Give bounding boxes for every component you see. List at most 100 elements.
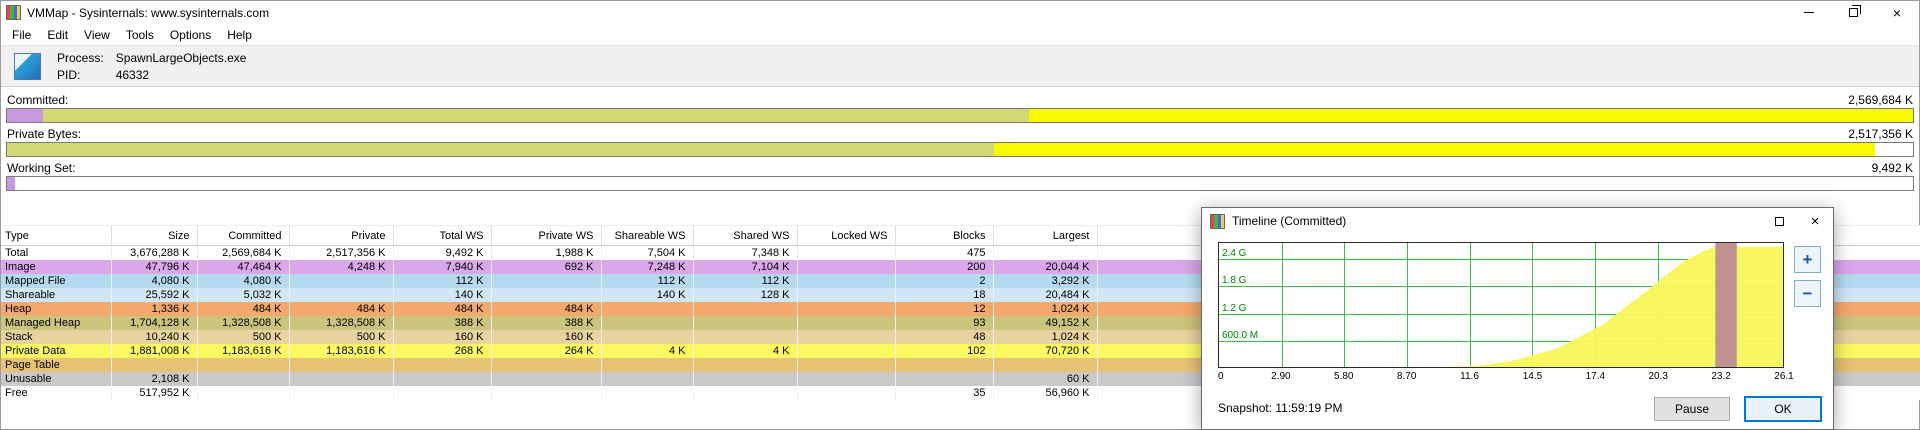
- x-axis-label: 11.6: [1460, 371, 1479, 382]
- row-value-cell: [693, 302, 798, 316]
- bar-segment: [7, 143, 995, 156]
- row-value-cell: 128 K: [693, 288, 798, 302]
- row-value-cell: 160 K: [491, 330, 602, 344]
- pid-value: 46332: [115, 67, 150, 82]
- zoom-in-button[interactable]: +: [1794, 246, 1821, 273]
- menu-item-options[interactable]: Options: [162, 26, 219, 44]
- row-value-cell: 1,024 K: [993, 302, 1098, 316]
- column-header-total-ws[interactable]: Total WS: [393, 225, 492, 246]
- x-axis-label: 2.90: [1271, 371, 1291, 382]
- bar-label-row: Working Set: 9,492 K: [6, 160, 1914, 176]
- ok-button[interactable]: OK: [1744, 396, 1822, 422]
- menu-item-edit[interactable]: Edit: [39, 26, 76, 44]
- row-value-cell: [491, 358, 602, 372]
- row-value-cell: 484 K: [393, 302, 492, 316]
- row-value-cell: 7,104 K: [693, 260, 798, 274]
- column-header-shared-ws[interactable]: Shared WS: [693, 225, 798, 246]
- row-value-cell: 1,336 K: [111, 302, 198, 316]
- column-header-committed[interactable]: Committed: [197, 225, 290, 246]
- column-header-blocks[interactable]: Blocks: [895, 225, 994, 246]
- x-axis-label: 26.1: [1774, 371, 1794, 382]
- x-axis-label: 0: [1218, 371, 1224, 382]
- row-value-cell: 2: [895, 274, 994, 288]
- row-value-cell: 7,504 K: [601, 245, 694, 260]
- column-header-private[interactable]: Private: [289, 225, 394, 246]
- timeline-position-marker: [1715, 243, 1737, 367]
- row-value-cell: 1,328,508 K: [289, 316, 394, 330]
- bar-segment: [7, 177, 15, 190]
- row-value-cell: [289, 358, 394, 372]
- row-value-cell: 517,952 K: [111, 386, 198, 400]
- row-value-cell: 140 K: [601, 288, 694, 302]
- row-value-cell: 4 K: [601, 344, 694, 358]
- pause-button[interactable]: Pause: [1654, 397, 1730, 421]
- row-value-cell: 3,676,288 K: [111, 245, 198, 260]
- row-value-cell: 60 K: [993, 372, 1098, 386]
- row-value-cell: 4 K: [693, 344, 798, 358]
- column-header-private-ws[interactable]: Private WS: [491, 225, 602, 246]
- row-type-cell: Managed Heap: [1, 316, 112, 330]
- process-label: Process:: [57, 50, 104, 65]
- row-value-cell: 140 K: [393, 288, 492, 302]
- process-icon: [14, 52, 41, 80]
- bars-area: Committed: 2,569,684 K Private Bytes: 2,517…: [1, 87, 1919, 191]
- bar-segment: [7, 109, 44, 122]
- timeline-plot: 2.4 G 1.8 G 1.2 G 600.0 M: [1218, 242, 1784, 368]
- menu-item-help[interactable]: Help: [219, 26, 260, 44]
- row-value-cell: 47,464 K: [197, 260, 290, 274]
- bar-value: 9,492 K: [1871, 161, 1913, 175]
- row-type-cell: Private Data: [1, 344, 112, 358]
- x-axis-label: 20.3: [1648, 371, 1668, 382]
- restore-button[interactable]: [1831, 1, 1875, 24]
- row-value-cell: [693, 316, 798, 330]
- row-value-cell: [289, 288, 394, 302]
- minimize-button[interactable]: [1787, 1, 1831, 24]
- row-value-cell: 1,881,008 K: [111, 344, 198, 358]
- menu-item-file[interactable]: File: [4, 26, 39, 44]
- row-value-cell: 112 K: [693, 274, 798, 288]
- row-value-cell: 388 K: [393, 316, 492, 330]
- column-header-largest[interactable]: Largest: [993, 225, 1098, 246]
- row-type-cell: Shareable: [1, 288, 112, 302]
- row-value-cell: [601, 358, 694, 372]
- close-button[interactable]: ×: [1875, 1, 1919, 24]
- row-value-cell: 35: [895, 386, 994, 400]
- row-value-cell: [797, 372, 896, 386]
- row-value-cell: [197, 372, 290, 386]
- bar-value: 2,517,356 K: [1848, 127, 1913, 141]
- menu-item-view[interactable]: View: [76, 26, 118, 44]
- column-header-shareable-ws[interactable]: Shareable WS: [601, 225, 694, 246]
- row-value-cell: 7,248 K: [601, 260, 694, 274]
- column-header-locked-ws[interactable]: Locked WS: [797, 225, 896, 246]
- row-value-cell: 47,796 K: [111, 260, 198, 274]
- row-value-cell: 102: [895, 344, 994, 358]
- window-controls: ×: [1787, 1, 1919, 24]
- row-value-cell: [601, 372, 694, 386]
- row-value-cell: 268 K: [393, 344, 492, 358]
- row-value-cell: [895, 372, 994, 386]
- row-value-cell: [289, 274, 394, 288]
- zoom-out-button[interactable]: −: [1794, 280, 1821, 307]
- timeline-close-button[interactable]: ×: [1797, 208, 1833, 234]
- row-value-cell: 484 K: [197, 302, 290, 316]
- row-value-cell: 484 K: [289, 302, 394, 316]
- row-value-cell: [797, 288, 896, 302]
- row-value-cell: 7,348 K: [693, 245, 798, 260]
- bar-segment: [43, 109, 1029, 122]
- row-value-cell: [693, 358, 798, 372]
- bar-value: 2,569,684 K: [1848, 93, 1913, 107]
- row-value-cell: [491, 372, 602, 386]
- bar-label: Private Bytes:: [7, 127, 82, 141]
- memory-bar-block: Private Bytes: 2,517,356 K: [6, 126, 1914, 157]
- pid-label: PID:: [57, 67, 81, 82]
- x-axis-label: 14.5: [1522, 371, 1543, 382]
- timeline-maximize-button[interactable]: [1761, 208, 1797, 234]
- row-value-cell: [393, 358, 492, 372]
- menu-item-tools[interactable]: Tools: [118, 26, 162, 44]
- column-header-size[interactable]: Size: [111, 225, 198, 246]
- timeline-window-controls: ×: [1761, 208, 1833, 234]
- column-header-type[interactable]: Type: [1, 225, 112, 246]
- row-value-cell: 2,108 K: [111, 372, 198, 386]
- x-axis-label: 5.80: [1334, 371, 1354, 382]
- vmmap-app-icon: [6, 5, 21, 20]
